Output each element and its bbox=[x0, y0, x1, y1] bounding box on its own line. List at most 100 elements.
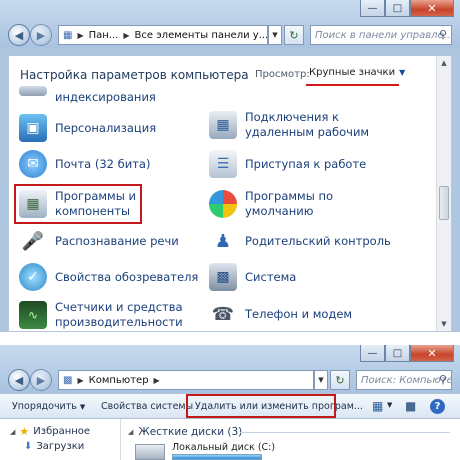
cp-item-system[interactable]: ▩ Система bbox=[209, 263, 296, 291]
cp-item-programs[interactable]: ▦ Программы и компоненты bbox=[19, 189, 136, 219]
programs-icon: ▦ bbox=[19, 190, 47, 218]
chevron-down-icon: ◢ bbox=[128, 428, 134, 436]
sidebar-item-label: Избранное bbox=[33, 426, 91, 437]
breadcrumb-item[interactable]: Пан... bbox=[86, 30, 122, 41]
scroll-down-icon[interactable]: ▼ bbox=[437, 317, 451, 331]
cp-item-label: компоненты bbox=[55, 204, 131, 218]
cp-item-performance[interactable]: ∿ Счетчики и средства производительности bbox=[19, 300, 183, 330]
search-input[interactable]: Поиск в панели управле... ⚲ bbox=[310, 25, 452, 45]
sidebar-item-downloads[interactable]: ⬇ Загрузки bbox=[24, 441, 84, 452]
sidebar-item-partial bbox=[14, 454, 74, 460]
refresh-icon[interactable]: ↻ bbox=[284, 25, 304, 45]
vertical-scrollbar[interactable]: ▲ ▼ bbox=[436, 56, 451, 331]
cp-item-remote-desktop[interactable]: ▦ Подключения к удаленным рабочим bbox=[209, 110, 369, 140]
command-bar: Упорядочить ▼ Свойства системы Удалить ил… bbox=[0, 393, 460, 419]
organize-button[interactable]: Упорядочить ▼ bbox=[12, 401, 85, 412]
address-dropdown-icon[interactable]: ▼ bbox=[314, 370, 328, 390]
highlight-box bbox=[186, 394, 336, 418]
minimize-icon[interactable]: — bbox=[360, 345, 385, 362]
microphone-icon: 🎤 bbox=[21, 230, 45, 252]
cp-item-parental-control[interactable]: ♟ Родительский контроль bbox=[209, 227, 391, 255]
group-header[interactable]: ◢ Жесткие диски (3) bbox=[128, 426, 242, 438]
cp-item-internet-options[interactable]: ✓ Свойства обозревателя bbox=[19, 263, 198, 291]
breadcrumb-item[interactable]: Все элементы панели у... bbox=[132, 30, 268, 41]
group-header-label: Жесткие диски (3) bbox=[138, 426, 243, 438]
minimize-icon[interactable]: — bbox=[360, 0, 385, 17]
address-dropdown-icon[interactable]: ▼ bbox=[268, 25, 282, 45]
cp-item-speech[interactable]: 🎤 Распознавание речи bbox=[19, 227, 179, 255]
help-icon[interactable]: ? bbox=[430, 399, 445, 414]
breadcrumb-item[interactable]: Компьютер bbox=[86, 375, 152, 386]
search-placeholder: Поиск в панели управле... bbox=[315, 29, 452, 41]
cp-item-label: Система bbox=[245, 269, 297, 284]
internet-options-icon: ✓ bbox=[19, 263, 47, 291]
refresh-icon[interactable]: ↻ bbox=[330, 370, 350, 390]
cp-item-default-programs[interactable]: Программы по умолчанию bbox=[209, 189, 333, 219]
cp-item-getting-started[interactable]: ☰ Приступая к работе bbox=[209, 150, 366, 178]
view-label: Просмотр: bbox=[255, 69, 310, 80]
chevron-down-icon[interactable]: ▼ bbox=[387, 401, 392, 409]
cp-item-label: удаленным рабочим bbox=[245, 125, 370, 139]
forward-button[interactable]: ▶ bbox=[30, 369, 52, 391]
back-button[interactable]: ◀ bbox=[8, 24, 30, 46]
page-title: Настройка параметров компьютера bbox=[20, 68, 249, 82]
downloads-icon: ⬇ bbox=[24, 441, 33, 452]
view-dropdown[interactable]: Крупные значки ▼ bbox=[309, 67, 405, 78]
cp-item-label: Персонализация bbox=[55, 120, 157, 135]
cp-item-label: Программы и bbox=[55, 189, 136, 203]
drive-usage-bar bbox=[172, 454, 262, 460]
cp-item-label: Счетчики и средства bbox=[55, 300, 183, 314]
maximize-icon[interactable]: □ bbox=[385, 345, 410, 362]
cp-item-label: Родительский контроль bbox=[245, 233, 391, 248]
search-input[interactable]: Поиск: Компьютер ⚲ bbox=[356, 370, 452, 390]
sidebar-item-favorites[interactable]: ◢ ★ Избранное bbox=[10, 425, 90, 438]
chevron-down-icon: ▼ bbox=[399, 68, 406, 77]
preview-pane-icon[interactable]: ■ bbox=[405, 399, 416, 413]
drive-label[interactable]: Локальный диск (C:) bbox=[172, 442, 275, 453]
cp-item-label: Приступая к работе bbox=[245, 156, 367, 171]
cp-item-label: Подключения к bbox=[245, 110, 339, 124]
remote-desktop-icon: ▦ bbox=[209, 111, 237, 139]
cp-item-label: Телефон и модем bbox=[245, 306, 353, 321]
cp-item-indexing[interactable]: индексирования bbox=[19, 85, 156, 105]
default-programs-icon bbox=[209, 190, 237, 218]
system-properties-button[interactable]: Свойства системы bbox=[101, 401, 193, 412]
parental-control-icon: ♟ bbox=[214, 230, 232, 252]
scroll-thumb[interactable] bbox=[439, 186, 449, 220]
highlight-underline bbox=[306, 84, 399, 86]
computer-icon: ▩ bbox=[63, 374, 73, 386]
cp-item-label: Программы по bbox=[245, 189, 334, 203]
personalization-icon: ▣ bbox=[19, 114, 47, 142]
address-bar[interactable]: ▩ ▶ Компьютер ▶ bbox=[58, 370, 314, 390]
star-icon: ★ bbox=[19, 425, 30, 438]
close-icon[interactable]: ✕ bbox=[410, 0, 454, 17]
address-bar[interactable]: ▦ ▶ Пан... ▶ Все элементы панели у... bbox=[58, 25, 268, 45]
performance-icon: ∿ bbox=[19, 301, 47, 329]
pane-divider bbox=[120, 419, 121, 460]
indexing-icon bbox=[19, 85, 47, 96]
forward-button[interactable]: ▶ bbox=[30, 24, 52, 46]
group-header-line bbox=[240, 432, 450, 433]
back-button[interactable]: ◀ bbox=[8, 369, 30, 391]
control-panel-window: — □ ✕ ◀ ▶ ▦ ▶ Пан... ▶ Все элементы пане… bbox=[0, 0, 460, 332]
view-dropdown-value: Крупные значки bbox=[309, 67, 396, 78]
scroll-up-icon[interactable]: ▲ bbox=[437, 56, 451, 70]
sidebar-item-label: Загрузки bbox=[36, 441, 85, 452]
getting-started-icon: ☰ bbox=[209, 150, 237, 178]
close-icon[interactable]: ✕ bbox=[410, 345, 454, 362]
view-options-icon[interactable]: ▦ bbox=[372, 399, 383, 413]
chevron-down-icon: ▼ bbox=[79, 403, 86, 411]
cp-item-label: умолчанию bbox=[245, 204, 314, 218]
maximize-icon[interactable]: □ bbox=[385, 0, 410, 17]
cp-item-phone-modem[interactable]: ☎ Телефон и модем bbox=[209, 300, 352, 328]
cp-item-label: Почта (32 бита) bbox=[55, 156, 151, 171]
control-panel-icon: ▦ bbox=[63, 29, 73, 41]
system-icon: ▩ bbox=[209, 263, 237, 291]
search-icon: ⚲ bbox=[438, 373, 447, 386]
search-icon: ⚲ bbox=[438, 28, 447, 41]
cp-item-label: Распознавание речи bbox=[55, 233, 179, 248]
cp-item-label: производительности bbox=[55, 315, 183, 329]
cp-item-label: Свойства обозревателя bbox=[55, 269, 199, 284]
cp-item-mail[interactable]: ✉ Почта (32 бита) bbox=[19, 150, 150, 178]
cp-item-personalization[interactable]: ▣ Персонализация bbox=[19, 114, 156, 142]
